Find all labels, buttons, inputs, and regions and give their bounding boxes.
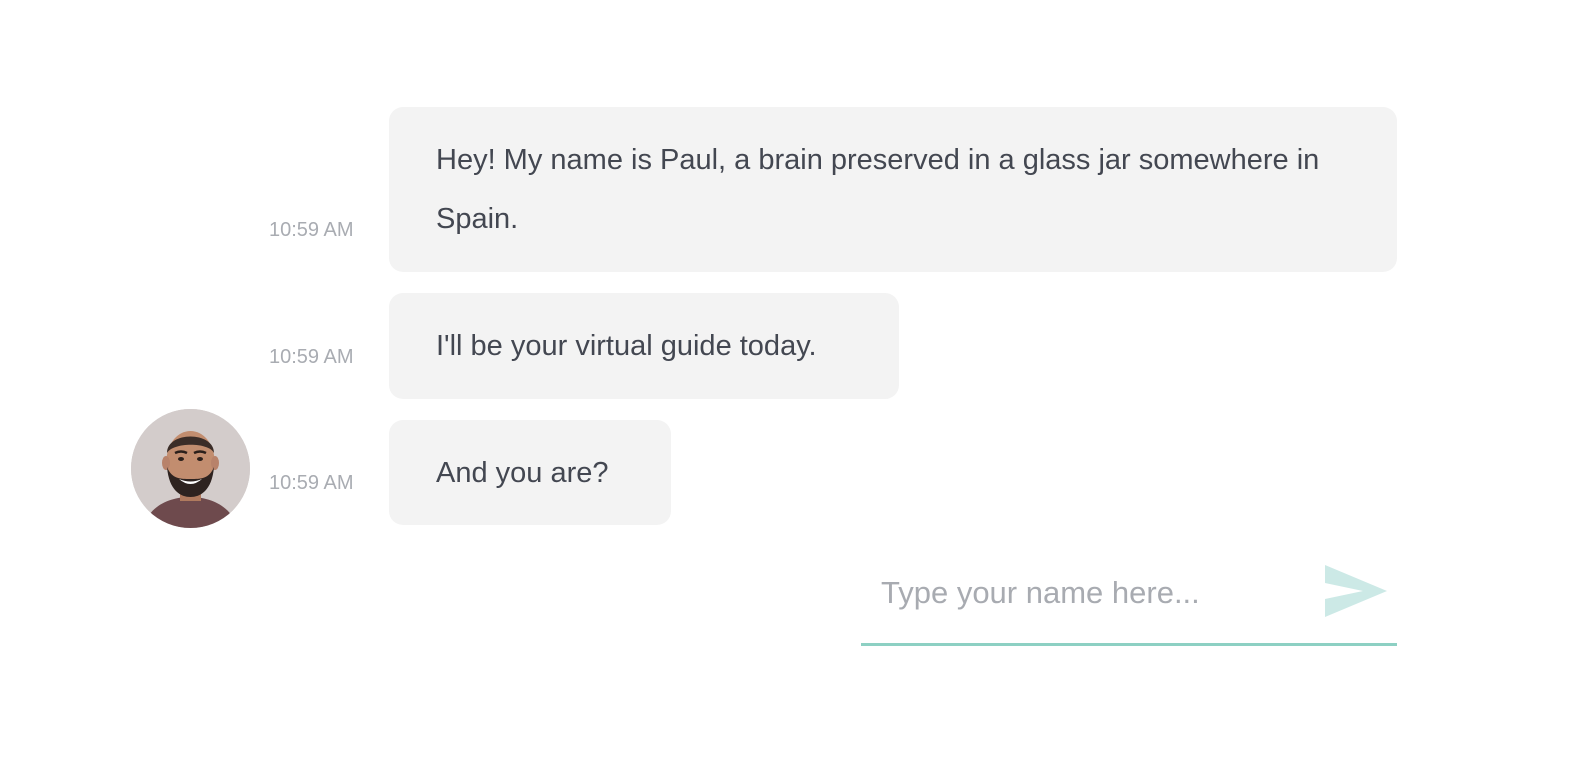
message-text: And you are? — [436, 457, 609, 489]
person-photo-avatar-icon — [131, 409, 250, 528]
chat-message-bubble: I'll be your virtual guide today. — [389, 293, 899, 399]
chat-message-bubble: Hey! My name is Paul, a brain preserved … — [389, 107, 1397, 272]
message-timestamp: 10:59 AM — [269, 346, 354, 368]
chat-message-bubble: And you are? — [389, 420, 671, 525]
avatar — [131, 409, 250, 528]
message-text: I'll be your virtual guide today. — [436, 330, 817, 362]
message-timestamp: 10:59 AM — [269, 472, 354, 494]
send-button[interactable] — [1323, 563, 1389, 621]
message-timestamp: 10:59 AM — [269, 219, 354, 241]
name-input[interactable] — [861, 567, 1301, 619]
message-text: Hey! My name is Paul, a brain preserved … — [436, 144, 1320, 235]
chat-window: Hey! My name is Paul, a brain preserved … — [0, 0, 1586, 771]
name-input-container — [861, 555, 1397, 646]
send-arrow-icon — [1325, 565, 1387, 617]
